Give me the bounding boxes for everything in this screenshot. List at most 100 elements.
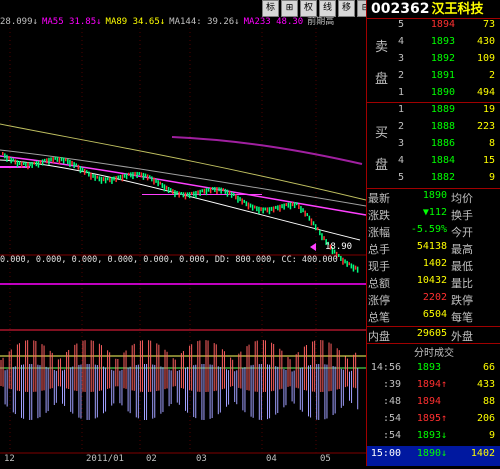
order-price: 1894 [430, 19, 455, 30]
candle [81, 167, 84, 172]
kline-chart[interactable]: 18.90 0.000, 0.000, 0.000, 0.000, 0.000, … [0, 0, 393, 466]
candle [293, 202, 296, 209]
kline-chart-canvas[interactable]: 18.90 0.000, 0.000, 0.000, 0.000, 0.000, … [0, 0, 367, 466]
candle [44, 158, 46, 162]
buy-order-row: 3 1886 8 [367, 138, 500, 155]
candle [180, 191, 182, 195]
candle [100, 176, 103, 184]
order-price: 1888 [430, 121, 455, 132]
down-arrow-icon: ↓ [441, 448, 448, 459]
trade-volume: 88 [482, 396, 495, 407]
candle [304, 210, 306, 217]
macd-values: 0.000, 0.000, 0.000, 0.000, 0.000, 0.000… [0, 255, 338, 265]
date-tick: 04 [266, 454, 277, 464]
ma-line [0, 123, 367, 201]
candle [128, 172, 130, 176]
candle [172, 189, 174, 195]
candle [350, 263, 353, 269]
candle [352, 264, 355, 272]
candle [262, 207, 264, 214]
candle [254, 205, 256, 209]
date-tick: 12 [4, 454, 15, 464]
candle [281, 204, 283, 209]
candle [195, 190, 197, 198]
candle [251, 204, 254, 211]
candle [312, 221, 315, 226]
stat-value: 54138 [416, 241, 447, 252]
candle [264, 207, 266, 211]
candle [226, 189, 229, 197]
stat-row: 涨跌 ▼112 换手 [367, 207, 500, 224]
candle [146, 174, 149, 181]
ma-line [171, 136, 363, 165]
trade-time: 15:00 [370, 448, 401, 459]
candle [163, 184, 166, 192]
candle [197, 190, 199, 195]
candle [52, 157, 54, 164]
indicator-value: MA144: 39.26↓ [169, 17, 240, 26]
candle [14, 159, 17, 165]
buy-order-row: 2 1888 223 [367, 121, 500, 138]
candle [102, 177, 105, 182]
candle [291, 202, 294, 207]
candle [69, 159, 71, 167]
candle [243, 199, 245, 203]
candle [174, 190, 176, 198]
candle [155, 178, 157, 183]
candle [79, 166, 82, 174]
candle [308, 215, 311, 221]
candle [340, 255, 342, 261]
candle [71, 160, 73, 165]
chart-toolbar-button[interactable]: ⊞ [281, 0, 298, 17]
price-marker-arrow [310, 243, 316, 251]
stat-label: 现手 [368, 260, 390, 273]
candle [96, 175, 98, 179]
candle [201, 189, 203, 193]
candle [50, 157, 52, 162]
stat-row: 现手 1402 最低 [367, 258, 500, 275]
chart-toolbar-button[interactable]: 标 [262, 0, 279, 17]
trade-volume: 433 [476, 379, 495, 390]
candle [165, 185, 168, 190]
chart-toolbar-button[interactable]: 权 [300, 0, 317, 17]
candle [6, 154, 8, 162]
candle [191, 191, 193, 195]
candle [247, 202, 250, 210]
stat-label: 总笔 [368, 311, 390, 324]
candle [8, 156, 10, 161]
stat-label: 涨停 [368, 294, 390, 307]
candle [56, 156, 59, 162]
candle [107, 177, 109, 181]
stat-value: -5.59% [410, 224, 447, 235]
candle [104, 177, 107, 184]
stat-label: 均价 [451, 192, 473, 205]
candle [10, 157, 12, 164]
chart-toolbar-button[interactable]: 移 [338, 0, 355, 17]
candle [314, 224, 317, 231]
candle [136, 171, 138, 178]
sell-order-row: 3 1892 109 [367, 53, 500, 70]
last-trade-row: 15:00 1890 ↓ 1402 [367, 446, 500, 466]
candle [266, 207, 269, 213]
trades-title[interactable]: 分时成交 [367, 344, 500, 359]
candle [48, 157, 50, 165]
down-arrow-icon: ↓ [441, 430, 448, 441]
candle [111, 176, 113, 184]
chart-toolbar-button[interactable]: 线 [319, 0, 336, 17]
stat-row: 总笔 6504 每笔 [367, 309, 500, 326]
candle [228, 190, 231, 195]
candle [302, 208, 304, 213]
candle [319, 230, 321, 236]
order-price: 1886 [430, 138, 455, 149]
indicator-value: MA89 34.65↓ [105, 17, 166, 26]
order-level: 2 [398, 121, 405, 132]
candle [2, 152, 4, 155]
candle [149, 175, 151, 179]
candle [342, 257, 344, 265]
trade-volume: 1402 [470, 448, 495, 459]
candle [132, 172, 134, 180]
candle [279, 204, 281, 212]
order-volume: 223 [476, 121, 495, 132]
stat-value: 2202 [422, 292, 447, 303]
candle [275, 205, 277, 209]
